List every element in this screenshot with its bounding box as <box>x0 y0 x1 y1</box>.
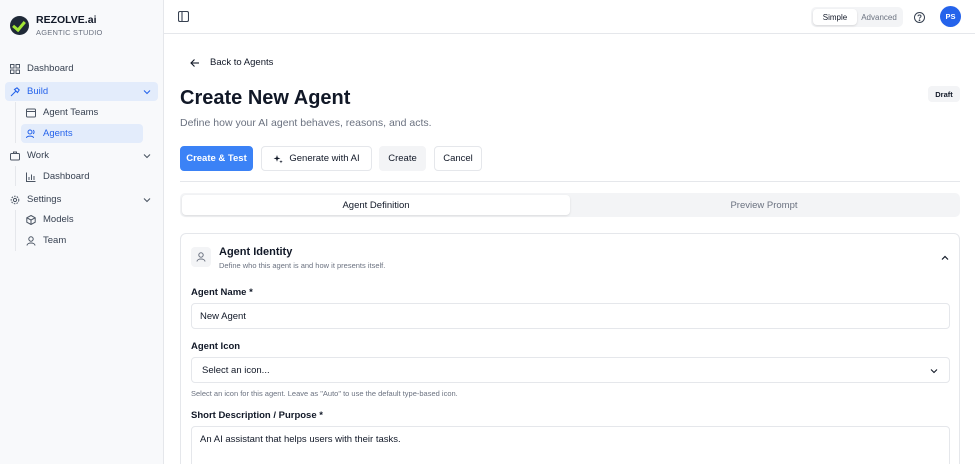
sidebar-item-build[interactable]: Build <box>5 82 158 101</box>
divider <box>180 181 960 182</box>
user-icon <box>26 235 36 246</box>
agent-name-input[interactable]: New Agent <box>191 303 950 329</box>
cancel-button[interactable]: Cancel <box>434 146 482 171</box>
agent-icon-hint: Select an icon for this agent. Leave as … <box>191 389 458 398</box>
cube-icon <box>26 214 36 225</box>
sidebar-item-label: Agents <box>43 128 73 139</box>
sparkles-icon <box>273 154 284 163</box>
brand: REZOLVE.ai AGENTIC STUDIO <box>10 14 103 37</box>
sidebar-item-dashboard[interactable]: Dashboard <box>5 59 158 78</box>
chevron-down-icon <box>143 198 151 203</box>
sidebar-item-work-dashboard[interactable]: Dashboard <box>21 167 143 186</box>
mode-simple-button[interactable]: Simple <box>813 9 857 25</box>
create-and-test-button[interactable]: Create & Test <box>180 146 253 171</box>
brand-subtitle: AGENTIC STUDIO <box>36 28 103 37</box>
user-avatar[interactable]: PS <box>940 6 961 27</box>
tab-bar: Agent Definition Preview Prompt <box>180 193 960 217</box>
tree-line <box>15 102 16 143</box>
chevron-down-icon <box>930 369 938 374</box>
sidebar-item-label: Build <box>27 86 49 97</box>
sidebar-item-agent-teams[interactable]: Agent Teams <box>21 103 143 122</box>
arrow-left-icon <box>190 58 199 67</box>
users-icon <box>26 129 35 138</box>
short-description-label: Short Description / Purpose * <box>191 410 323 421</box>
chevron-up-icon[interactable] <box>940 253 950 263</box>
gear-icon <box>10 195 20 204</box>
sidebar-item-label: Work <box>27 150 49 161</box>
back-link-label: Back to Agents <box>210 57 274 68</box>
sidebar-item-agents[interactable]: Agents <box>21 124 143 143</box>
tree-line <box>15 166 16 186</box>
sidebar-toggle-icon[interactable] <box>178 11 189 22</box>
tab-agent-definition[interactable]: Agent Definition <box>182 195 570 215</box>
short-description-value: An AI assistant that helps users with th… <box>200 434 401 445</box>
brand-logo-icon <box>10 16 29 35</box>
hammer-icon <box>10 86 20 96</box>
chevron-down-icon <box>143 90 151 95</box>
agent-icon-placeholder: Select an icon... <box>202 364 270 376</box>
chevron-down-icon <box>143 154 151 159</box>
agent-name-value: New Agent <box>200 310 246 322</box>
agent-icon-select[interactable]: Select an icon... <box>191 357 950 383</box>
agent-identity-card: Agent Identity Define who this agent is … <box>180 233 960 464</box>
mode-toggle: Simple Advanced <box>811 7 903 27</box>
sidebar-item-models[interactable]: Models <box>21 210 143 229</box>
mode-advanced-button[interactable]: Advanced <box>857 9 901 25</box>
user-icon <box>196 252 206 262</box>
brand-name: REZOLVE.ai <box>36 14 97 26</box>
sidebar-item-settings[interactable]: Settings <box>5 190 158 209</box>
page-subtitle: Define how your AI agent behaves, reason… <box>180 117 432 129</box>
page-title: Create New Agent <box>180 87 351 109</box>
sidebar-item-label: Settings <box>27 194 62 205</box>
sidebar-item-label: Models <box>43 214 74 225</box>
sidebar: REZOLVE.ai AGENTIC STUDIO Dashboard Buil… <box>0 0 164 464</box>
bar-chart-icon <box>26 172 36 182</box>
back-to-agents-link[interactable]: Back to Agents <box>190 57 273 68</box>
grid-icon <box>10 63 20 74</box>
sidebar-item-label: Team <box>43 235 67 246</box>
status-badge: Draft <box>928 86 960 102</box>
agent-name-label: Agent Name * <box>191 287 253 298</box>
tab-preview-prompt[interactable]: Preview Prompt <box>570 195 958 215</box>
card-icon <box>191 247 211 267</box>
sidebar-item-label: Dashboard <box>43 171 90 182</box>
agent-icon-label: Agent Icon <box>191 341 241 352</box>
sidebar-item-work[interactable]: Work <box>5 146 158 165</box>
sidebar-item-label: Dashboard <box>27 63 74 74</box>
sidebar-item-team[interactable]: Team <box>21 231 143 250</box>
create-button[interactable]: Create <box>379 146 426 171</box>
generate-with-ai-button[interactable]: Generate with AI <box>261 146 372 171</box>
top-bar: Simple Advanced PS <box>164 0 975 34</box>
short-description-textarea[interactable]: An AI assistant that helps users with th… <box>191 426 950 464</box>
tree-line <box>15 210 16 251</box>
generate-with-ai-label: Generate with AI <box>289 153 360 164</box>
card-description: Define who this agent is and how it pres… <box>219 261 386 270</box>
browser-window-icon <box>26 108 36 117</box>
briefcase-icon <box>10 151 20 160</box>
sidebar-item-label: Agent Teams <box>43 107 99 118</box>
help-icon[interactable] <box>914 12 925 23</box>
card-title: Agent Identity <box>219 246 293 258</box>
